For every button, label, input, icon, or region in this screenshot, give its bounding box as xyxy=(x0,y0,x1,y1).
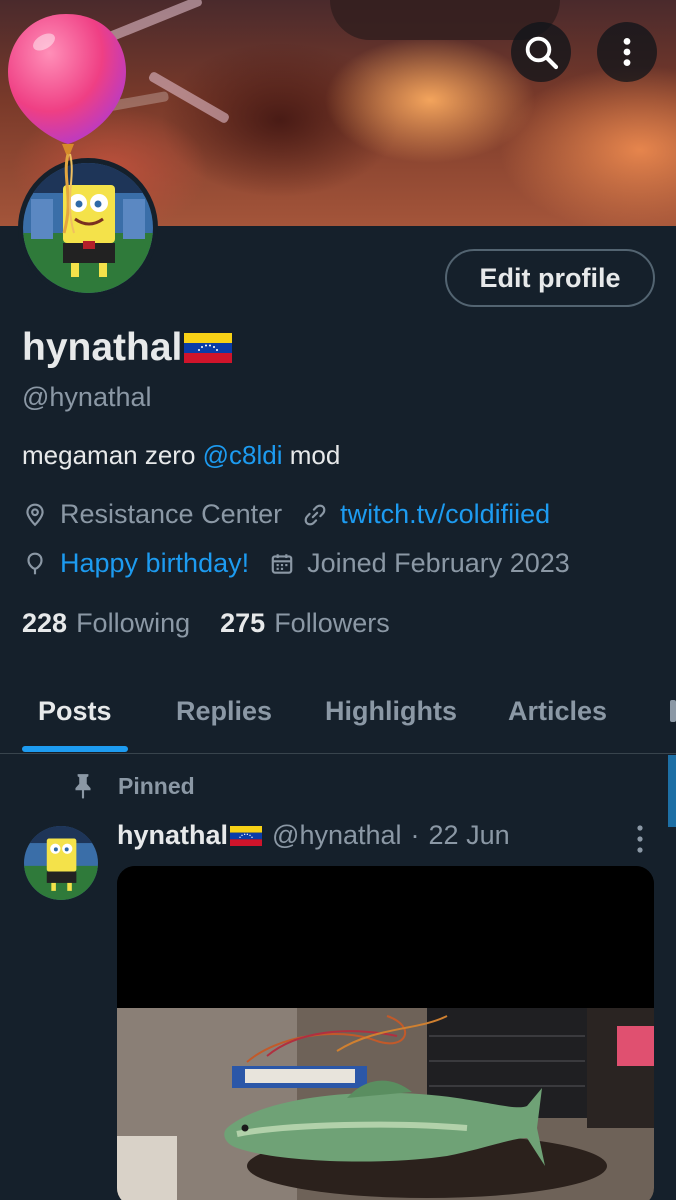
pinned-label: Pinned xyxy=(70,772,195,800)
display-name: hynathal xyxy=(22,326,183,369)
post-author-name[interactable]: hynathal xyxy=(117,820,263,851)
post-author-display-name: hynathal xyxy=(117,820,229,850)
followers-count: 275 xyxy=(220,608,266,638)
location-item: Resistance Center xyxy=(22,499,282,530)
bio-text-suffix: mod xyxy=(282,440,341,470)
website-link[interactable]: twitch.tv/coldifiied xyxy=(340,499,550,530)
tab-overflow-peek[interactable] xyxy=(670,700,676,722)
pin-icon xyxy=(75,774,91,799)
followers-label: Followers xyxy=(274,608,390,638)
post-header: hynathal @hynathal · 22 Jun xyxy=(117,820,510,851)
birthday-text[interactable]: Happy birthday! xyxy=(60,548,249,579)
profile-name: hynathal xyxy=(22,326,233,370)
bio-text: megaman zero xyxy=(22,440,203,470)
pinned-text: Pinned xyxy=(118,772,195,799)
following-label: Following xyxy=(76,608,191,638)
search-icon xyxy=(525,36,559,70)
tab-highlights[interactable]: Highlights xyxy=(325,696,457,727)
search-button[interactable] xyxy=(511,22,571,82)
tab-replies[interactable]: Replies xyxy=(176,696,272,727)
birthday-item: Happy birthday! xyxy=(22,548,249,579)
location-pin-icon xyxy=(26,503,44,526)
more-vertical-icon xyxy=(623,37,631,67)
active-tab-indicator xyxy=(22,746,128,752)
tab-posts[interactable]: Posts xyxy=(38,696,112,727)
profile-handle: @hynathal xyxy=(22,382,152,412)
venezuela-flag-icon xyxy=(230,825,263,846)
following-stat[interactable]: 228 Following xyxy=(22,608,190,639)
scrollbar[interactable] xyxy=(668,755,676,827)
joined-item: Joined February 2023 xyxy=(269,548,570,579)
followers-stat[interactable]: 275 Followers xyxy=(220,608,390,639)
following-count: 228 xyxy=(22,608,68,638)
post-media-video[interactable] xyxy=(117,866,654,1200)
profile-bio: megaman zero @c8ldi mod xyxy=(22,440,340,471)
tab-articles[interactable]: Articles xyxy=(508,696,607,727)
location-text: Resistance Center xyxy=(60,499,283,529)
post-date[interactable]: 22 Jun xyxy=(429,820,510,851)
balloon-icon xyxy=(27,552,43,574)
follow-stats: 228 Following 275 Followers xyxy=(22,608,420,639)
post-separator: · xyxy=(410,820,420,850)
profile-meta-row-2: Happy birthday! Joined February 2023 xyxy=(22,548,590,579)
more-options-button[interactable] xyxy=(597,22,657,82)
joined-text: Joined February 2023 xyxy=(307,548,570,578)
birthday-balloon-icon xyxy=(4,8,134,238)
profile-tabs: Posts Replies Highlights Articles xyxy=(0,670,676,754)
edit-profile-button[interactable]: Edit profile xyxy=(445,249,655,307)
more-vertical-icon xyxy=(637,825,643,853)
website-item[interactable]: twitch.tv/coldifiied xyxy=(302,499,550,530)
link-icon xyxy=(304,504,326,525)
calendar-icon xyxy=(271,553,293,574)
post-author-handle[interactable]: @hynathal xyxy=(272,820,402,851)
profile-meta-row: Resistance Center twitch.tv/coldifiied xyxy=(22,499,570,530)
post-more-button[interactable] xyxy=(628,822,652,856)
bio-mention-link[interactable]: @c8ldi xyxy=(203,440,283,470)
venezuela-flag-icon xyxy=(184,333,233,363)
post-author-avatar[interactable] xyxy=(24,826,98,900)
